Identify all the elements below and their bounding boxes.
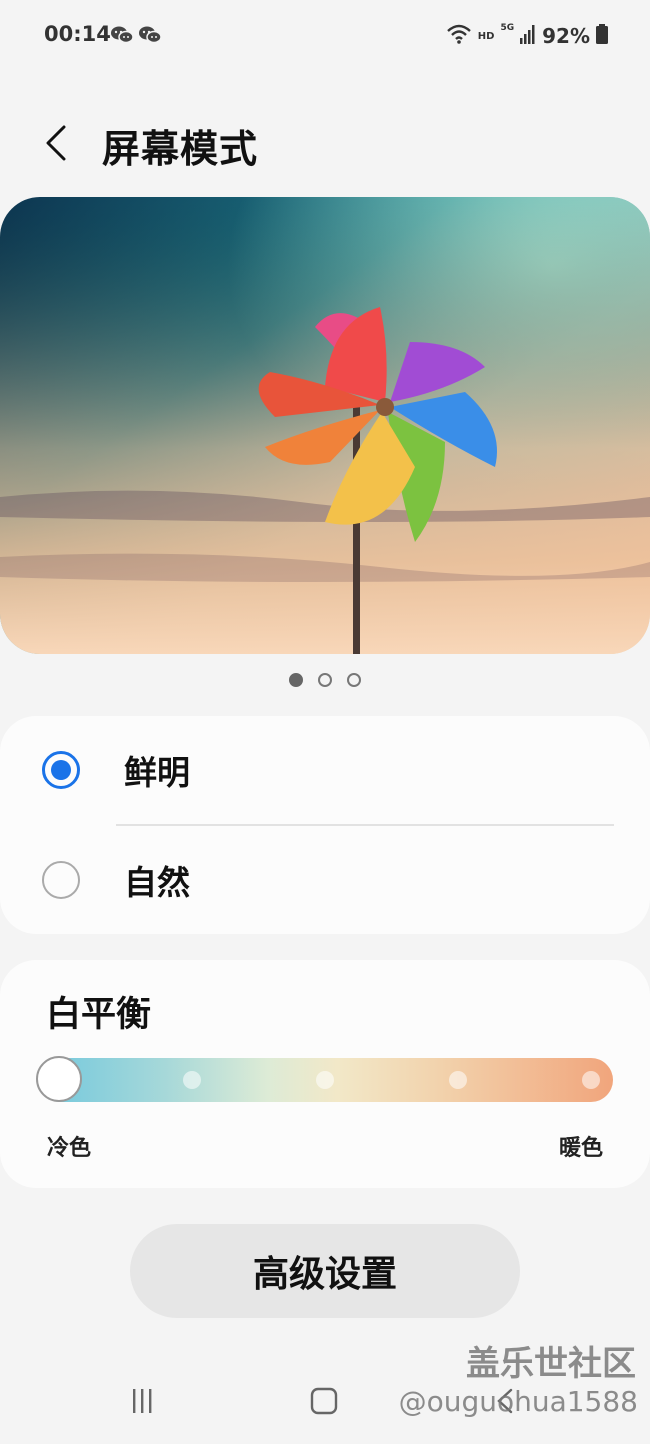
hd-label: HD (477, 30, 495, 42)
wechat-icon (110, 25, 134, 45)
warm-label: 暖色 (558, 1136, 603, 1161)
battery-percent: 92% (542, 24, 590, 48)
battery-icon (596, 24, 608, 48)
page-title: 屏幕模式 (102, 127, 259, 171)
mode-label: 自然 (124, 863, 190, 902)
slider-stop (582, 1071, 600, 1089)
status-bar: 00:14 HD 5G 92% (0, 0, 650, 72)
preview-pagination (0, 673, 650, 687)
radio-button[interactable] (42, 861, 80, 899)
status-time: 00:14 (44, 22, 111, 46)
white-balance-slider[interactable] (36, 1056, 613, 1102)
slider-stop (183, 1071, 201, 1089)
watermark-user: @ouguohua1588 (398, 1385, 638, 1418)
chevron-left-icon (46, 125, 66, 161)
slider-stop (316, 1071, 334, 1089)
preview-image[interactable] (0, 197, 650, 654)
mode-option-vivid[interactable]: 鲜明 (0, 716, 650, 824)
mode-label: 鲜明 (124, 753, 190, 792)
recents-icon[interactable] (122, 1384, 162, 1418)
wechat-icon (138, 25, 162, 45)
page-dot[interactable] (289, 673, 303, 687)
signal-icon (520, 24, 536, 48)
pinwheel-photo (0, 197, 650, 654)
network-label: 5G (500, 23, 515, 33)
status-indicators: HD 5G 92% (446, 21, 608, 51)
white-balance-card: 白平衡 冷色 暖色 (0, 960, 650, 1188)
slider-stop (449, 1071, 467, 1089)
mode-option-natural[interactable]: 自然 (0, 826, 650, 934)
white-balance-title: 白平衡 (46, 995, 152, 1035)
page-dot[interactable] (347, 673, 361, 687)
radio-button[interactable] (42, 751, 80, 789)
wifi-icon (446, 23, 472, 49)
home-icon[interactable] (304, 1384, 344, 1418)
slider-thumb[interactable] (36, 1056, 82, 1102)
back-button[interactable] (34, 118, 78, 168)
advanced-settings-button[interactable]: 高级设置 (130, 1224, 520, 1318)
header: 屏幕模式 (0, 100, 650, 190)
watermark-community: 盖乐世社区 (466, 1344, 636, 1384)
page-dot[interactable] (318, 673, 332, 687)
screen-mode-card: 鲜明 自然 (0, 716, 650, 934)
cold-label: 冷色 (47, 1136, 92, 1161)
